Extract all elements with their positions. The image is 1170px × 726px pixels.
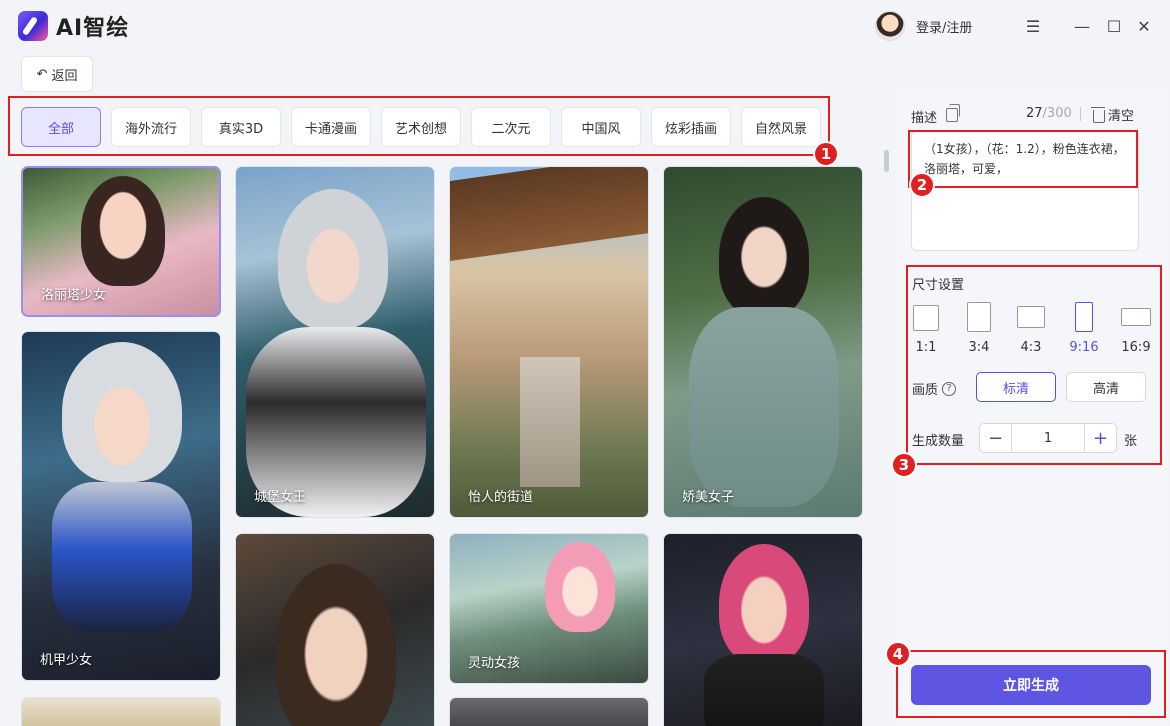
- minimize-icon[interactable]: —: [1070, 14, 1094, 38]
- title-bar: AI智绘 登录/注册 ☰ — ☐ ✕: [0, 0, 1170, 52]
- clear-label: 清空: [1108, 109, 1135, 124]
- ratio-16-9[interactable]: 16:9: [1110, 302, 1162, 355]
- gallery-card-street[interactable]: 怡人的街道: [449, 166, 649, 518]
- card-label: 洛丽塔少女: [41, 288, 107, 303]
- user-avatar[interactable]: [875, 11, 905, 41]
- badge-3: 3: [891, 452, 917, 478]
- card-label: 灵动女孩: [468, 656, 521, 671]
- card-label: 怡人的街道: [468, 490, 534, 505]
- tab-illustration[interactable]: 炫彩插画: [651, 107, 731, 147]
- ratio-9-16[interactable]: 9:16: [1058, 302, 1110, 355]
- ratio-portrait-icon: [967, 302, 991, 332]
- tab-landscape[interactable]: 自然风景: [741, 107, 821, 147]
- gallery-card-castle-queen[interactable]: 城堡女王: [235, 166, 435, 518]
- card-label: 娇美女子: [682, 490, 735, 505]
- generate-button[interactable]: 立即生成: [911, 665, 1151, 705]
- quantity-value[interactable]: 1: [1012, 424, 1084, 452]
- badge-2: 2: [909, 172, 935, 198]
- tab-all[interactable]: 全部: [21, 107, 101, 147]
- gallery-card-lolita[interactable]: 洛丽塔少女: [21, 166, 221, 317]
- back-label: 返回: [51, 68, 78, 84]
- close-icon[interactable]: ✕: [1132, 14, 1156, 38]
- gallery-card-lively-girl[interactable]: 灵动女孩: [449, 533, 649, 684]
- back-button[interactable]: ↶ 返回: [21, 56, 93, 92]
- quality-label: 画质: [912, 383, 939, 398]
- quality-row: 画质 ?: [912, 379, 957, 398]
- char-counter: 27/300: [1026, 106, 1072, 121]
- card-label: 城堡女王: [254, 490, 307, 505]
- app-logo-icon: [18, 11, 48, 41]
- increment-button[interactable]: +: [1084, 424, 1116, 452]
- ratio-3-4[interactable]: 3:4: [953, 302, 1005, 355]
- ratio-wide-icon: [1121, 308, 1151, 326]
- login-register-link[interactable]: 登录/注册: [916, 17, 972, 36]
- tab-real-3d[interactable]: 真实3D: [201, 107, 281, 147]
- quantity-unit: 张: [1124, 434, 1138, 449]
- ratio-4-3[interactable]: 4:3: [1005, 302, 1057, 355]
- badge-4: 4: [885, 641, 911, 667]
- tab-overseas[interactable]: 海外流行: [111, 107, 191, 147]
- size-settings-title: 尺寸设置: [912, 278, 965, 293]
- tab-cartoon[interactable]: 卡通漫画: [291, 107, 371, 147]
- quantity-label: 生成数量: [912, 434, 965, 449]
- maximize-icon[interactable]: ☐: [1102, 14, 1126, 38]
- description-input[interactable]: （1女孩），（花：1.2），粉色连衣裙，洛丽塔，可爱，: [911, 130, 1139, 251]
- ratio-1-1[interactable]: 1:1: [900, 302, 952, 355]
- tab-art[interactable]: 艺术创想: [381, 107, 461, 147]
- card-label: 机甲少女: [40, 653, 93, 668]
- ratio-square-icon: [913, 305, 939, 331]
- gallery-card-woman-portrait[interactable]: [235, 533, 435, 726]
- ratio-landscape-icon: [1017, 306, 1045, 328]
- menu-icon[interactable]: ☰: [1021, 14, 1045, 38]
- quantity-stepper: − 1 +: [979, 423, 1117, 453]
- tab-anime[interactable]: 二次元: [471, 107, 551, 147]
- decrement-button[interactable]: −: [980, 424, 1012, 452]
- quality-hd-button[interactable]: 高清: [1066, 372, 1146, 402]
- copy-icon[interactable]: [946, 104, 960, 122]
- help-icon[interactable]: ?: [942, 381, 957, 396]
- tab-chinese[interactable]: 中国风: [561, 107, 641, 147]
- gallery-scrollbar[interactable]: [884, 150, 889, 172]
- gallery-card-singer[interactable]: [663, 533, 863, 726]
- gallery-card-more-1[interactable]: [21, 697, 221, 726]
- gallery-card-more-2[interactable]: [449, 697, 649, 726]
- counter-divider: [1080, 107, 1081, 121]
- quality-standard-button[interactable]: 标清: [976, 372, 1056, 402]
- clear-button[interactable]: 清空: [1091, 105, 1135, 124]
- app-title: AI智绘: [56, 16, 130, 41]
- badge-1: 1: [813, 141, 839, 167]
- gallery-card-beauty[interactable]: 娇美女子: [663, 166, 863, 518]
- gallery-card-mecha[interactable]: 机甲少女: [21, 331, 221, 681]
- trash-icon: [1091, 106, 1105, 123]
- ratio-tall-icon: [1075, 302, 1093, 332]
- description-label: 描述: [911, 111, 938, 126]
- back-arrow-icon: ↶: [36, 66, 48, 82]
